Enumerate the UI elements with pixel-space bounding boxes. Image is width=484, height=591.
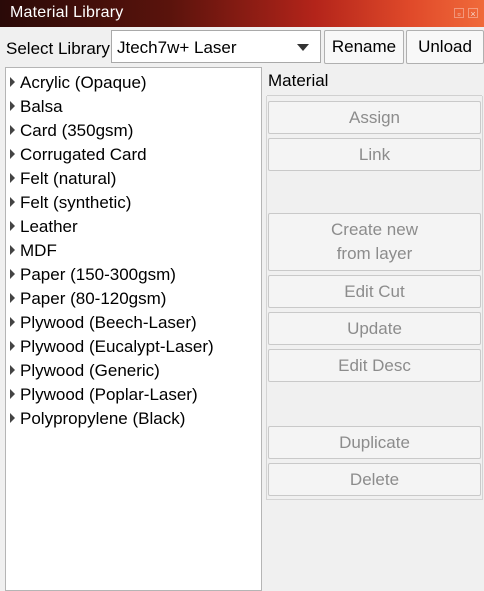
tree-item-label: Balsa — [20, 97, 63, 116]
expand-arrow-icon[interactable] — [10, 317, 15, 327]
edit-desc-label: Edit Desc — [338, 355, 411, 375]
expand-arrow-icon[interactable] — [10, 149, 15, 159]
window-controls: ▫ × — [454, 8, 478, 19]
delete-button[interactable]: Delete — [268, 463, 481, 496]
tree-item-balsa[interactable]: Balsa — [6, 95, 256, 119]
window-title: Material Library — [10, 4, 124, 21]
tree-item-label: Paper (150-300gsm) — [20, 265, 176, 284]
chevron-down-icon — [297, 44, 309, 51]
tree-item-felt-natural[interactable]: Felt (natural) — [6, 167, 256, 191]
expand-arrow-icon[interactable] — [10, 245, 15, 255]
link-button[interactable]: Link — [268, 138, 481, 171]
title-bar: Material Library ▫ × — [0, 0, 484, 27]
restore-icon[interactable]: ▫ — [454, 8, 464, 19]
create-label-line1: Create new — [331, 220, 418, 239]
tree-item-mdf[interactable]: MDF — [6, 239, 256, 263]
tree-item-label: Polypropylene (Black) — [20, 409, 186, 428]
material-panel-title: Material — [268, 71, 329, 90]
tree-item-label: Card (350gsm) — [20, 121, 134, 140]
tree-item-card-350gsm[interactable]: Card (350gsm) — [6, 119, 256, 143]
tree-item-label: Felt (natural) — [20, 169, 117, 188]
expand-arrow-icon[interactable] — [10, 173, 15, 183]
tree-item-label: Plywood (Eucalypt-Laser) — [20, 337, 214, 356]
unload-button[interactable]: Unload — [406, 30, 484, 64]
tree-item-felt-synthetic[interactable]: Felt (synthetic) — [6, 191, 256, 215]
tree-item-label: Felt (synthetic) — [20, 193, 132, 212]
tree-item-polypropylene-black[interactable]: Polypropylene (Black) — [6, 407, 256, 431]
tree-item-paper-150-300gsm[interactable]: Paper (150-300gsm) — [6, 263, 256, 287]
update-label: Update — [347, 318, 402, 338]
tree-item-corrugated-card[interactable]: Corrugated Card — [6, 143, 256, 167]
material-tree[interactable]: Acrylic (Opaque) Balsa Card (350gsm) Cor… — [5, 67, 262, 591]
tree-item-label: Plywood (Poplar-Laser) — [20, 385, 198, 404]
select-library-label: Select Library — [6, 39, 110, 58]
tree-item-leather[interactable]: Leather — [6, 215, 256, 239]
edit-cut-label: Edit Cut — [344, 281, 405, 301]
tree-item-plywood-generic[interactable]: Plywood (Generic) — [6, 359, 256, 383]
tree-item-plywood-beech-laser[interactable]: Plywood (Beech-Laser) — [6, 311, 256, 335]
close-icon[interactable]: × — [468, 8, 478, 19]
tree-item-label: Plywood (Beech-Laser) — [20, 313, 197, 332]
duplicate-label: Duplicate — [339, 432, 410, 452]
duplicate-button[interactable]: Duplicate — [268, 426, 481, 459]
tree-item-plywood-eucalypt-laser[interactable]: Plywood (Eucalypt-Laser) — [6, 335, 256, 359]
library-select-value: Jtech7w+ Laser — [117, 38, 237, 57]
expand-arrow-icon[interactable] — [10, 101, 15, 111]
expand-arrow-icon[interactable] — [10, 293, 15, 303]
library-select[interactable]: Jtech7w+ Laser — [111, 30, 321, 63]
expand-arrow-icon[interactable] — [10, 341, 15, 351]
tree-item-label: Plywood (Generic) — [20, 361, 160, 380]
library-toolbar: Select Library Jtech7w+ Laser Rename Unl… — [0, 29, 484, 67]
expand-arrow-icon[interactable] — [10, 125, 15, 135]
link-label: Link — [358, 144, 391, 164]
expand-arrow-icon[interactable] — [10, 221, 15, 231]
expand-arrow-icon[interactable] — [10, 269, 15, 279]
tree-item-label: Acrylic (Opaque) — [20, 73, 147, 92]
assign-button[interactable]: Assign — [268, 101, 481, 134]
expand-arrow-icon[interactable] — [10, 365, 15, 375]
tree-item-label: MDF — [20, 241, 57, 260]
expand-arrow-icon[interactable] — [10, 413, 15, 423]
tree-item-label: Paper (80-120gsm) — [20, 289, 167, 308]
expand-arrow-icon[interactable] — [10, 77, 15, 87]
assign-label: Assign — [348, 107, 401, 127]
tree-item-paper-80-120gsm[interactable]: Paper (80-120gsm) — [6, 287, 256, 311]
tree-item-plywood-poplar-laser[interactable]: Plywood (Poplar-Laser) — [6, 383, 256, 407]
tree-item-acrylic-opaque[interactable]: Acrylic (Opaque) — [6, 71, 256, 95]
create-label-line2: from layer — [336, 244, 413, 263]
tree-item-label: Leather — [20, 217, 78, 236]
expand-arrow-icon[interactable] — [10, 197, 15, 207]
expand-arrow-icon[interactable] — [10, 389, 15, 399]
edit-cut-button[interactable]: Edit Cut — [268, 275, 481, 308]
create-from-layer-button[interactable]: Create new from layer — [268, 213, 481, 271]
update-button[interactable]: Update — [268, 312, 481, 345]
delete-label: Delete — [349, 469, 400, 489]
tree-item-label: Corrugated Card — [20, 145, 147, 164]
rename-button[interactable]: Rename — [324, 30, 404, 64]
edit-desc-button[interactable]: Edit Desc — [268, 349, 481, 382]
